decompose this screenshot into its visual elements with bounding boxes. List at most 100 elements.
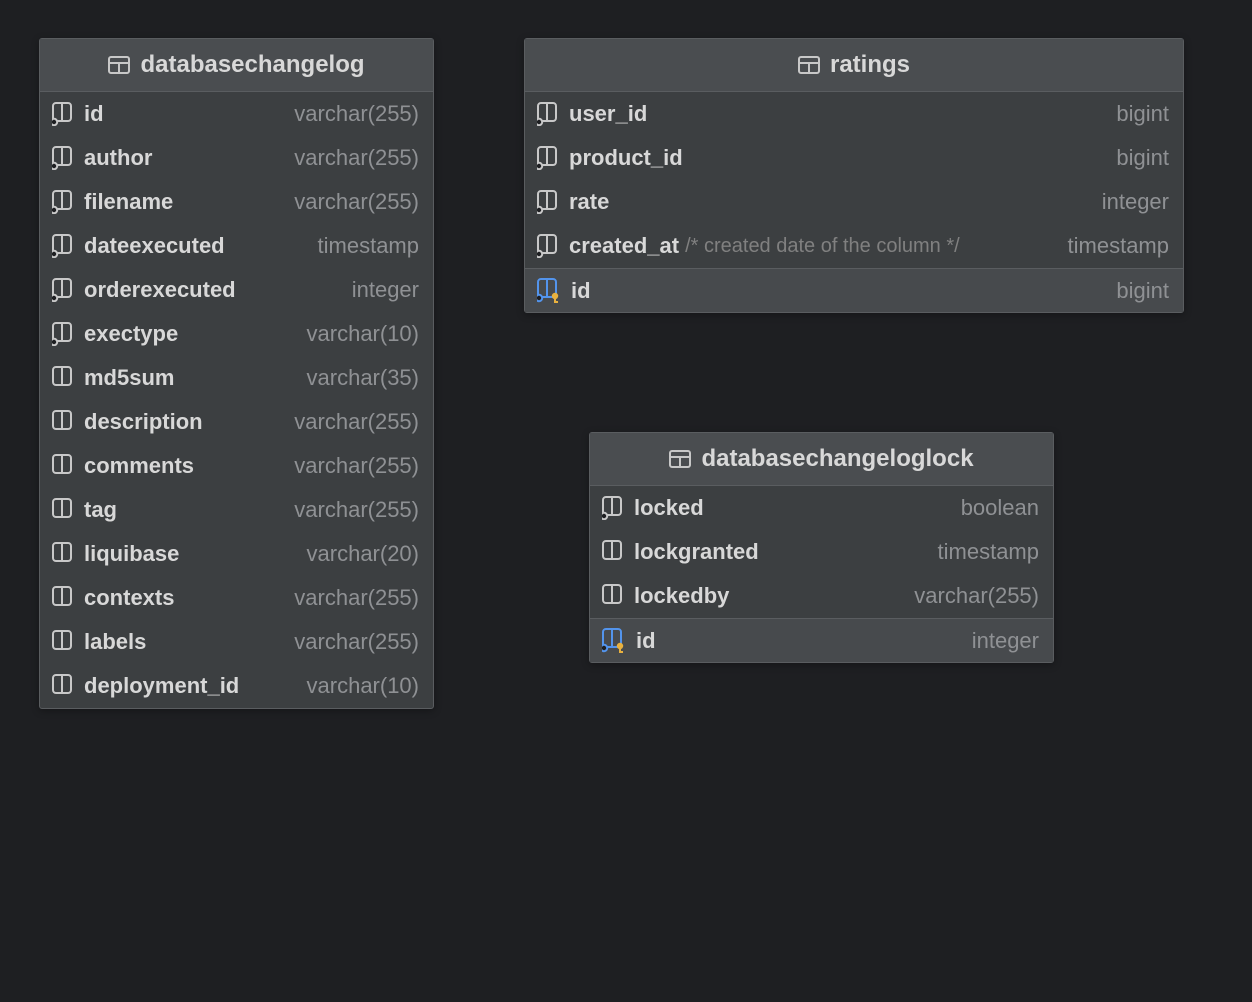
table-icon (108, 56, 130, 74)
column-type: varchar(255) (294, 145, 419, 171)
pk-column-row[interactable]: id bigint (525, 268, 1183, 312)
column-row[interactable]: lockedby varchar(255) (590, 574, 1053, 618)
column-name: id (84, 101, 104, 127)
primary-key-icon (537, 278, 561, 304)
table-header[interactable]: ratings (525, 39, 1183, 92)
table-icon (669, 450, 691, 468)
column-name: lockgranted (634, 539, 759, 565)
column-name: contexts (84, 585, 174, 611)
column-comment: /* created date of the column */ (685, 235, 960, 258)
column-name: exectype (84, 321, 178, 347)
column-type: integer (972, 628, 1039, 654)
notnull-column-icon (52, 190, 74, 214)
column-type: timestamp (938, 539, 1039, 565)
column-type: varchar(255) (294, 585, 419, 611)
table-databasechangelog[interactable]: databasechangelog id varchar(255) author… (39, 38, 434, 709)
column-type: bigint (1116, 145, 1169, 171)
column-row[interactable]: comments varchar(255) (40, 444, 433, 488)
column-row[interactable]: user_id bigint (525, 92, 1183, 136)
notnull-column-icon (602, 496, 624, 520)
column-row[interactable]: product_id bigint (525, 136, 1183, 180)
column-icon (52, 674, 74, 698)
pk-column-row[interactable]: id integer (590, 618, 1053, 662)
notnull-column-icon (537, 102, 559, 126)
column-name: description (84, 409, 203, 435)
column-icon (52, 366, 74, 390)
notnull-column-icon (537, 146, 559, 170)
column-type: timestamp (1068, 233, 1169, 259)
column-type: timestamp (318, 233, 419, 259)
column-type: varchar(255) (294, 409, 419, 435)
column-name: filename (84, 189, 173, 215)
column-icon (602, 584, 624, 608)
notnull-column-icon (537, 190, 559, 214)
column-name: comments (84, 453, 194, 479)
table-ratings[interactable]: ratings user_id bigint product_id bigint… (524, 38, 1184, 313)
column-icon (52, 586, 74, 610)
column-name: orderexecuted (84, 277, 236, 303)
column-row[interactable]: contexts varchar(255) (40, 576, 433, 620)
column-icon (52, 454, 74, 478)
notnull-column-icon (52, 322, 74, 346)
column-type: varchar(35) (307, 365, 419, 391)
table-title: databasechangeloglock (701, 445, 973, 473)
column-type: bigint (1116, 278, 1169, 304)
column-name: labels (84, 629, 146, 655)
column-name: tag (84, 497, 117, 523)
column-name: product_id (569, 145, 683, 171)
notnull-column-icon (537, 234, 559, 258)
column-name: id (571, 278, 591, 304)
column-row[interactable]: exectype varchar(10) (40, 312, 433, 356)
column-type: varchar(255) (294, 453, 419, 479)
column-row[interactable]: created_at /* created date of the column… (525, 224, 1183, 268)
table-icon (798, 56, 820, 74)
column-icon (52, 498, 74, 522)
column-type: bigint (1116, 101, 1169, 127)
column-name: locked (634, 495, 704, 521)
table-databasechangeloglock[interactable]: databasechangeloglock locked boolean loc… (589, 432, 1054, 663)
column-row[interactable]: description varchar(255) (40, 400, 433, 444)
notnull-column-icon (52, 146, 74, 170)
table-header[interactable]: databasechangelog (40, 39, 433, 92)
column-type: boolean (961, 495, 1039, 521)
column-type: varchar(255) (294, 497, 419, 523)
column-row[interactable]: tag varchar(255) (40, 488, 433, 532)
column-row[interactable]: rate integer (525, 180, 1183, 224)
column-type: varchar(10) (307, 321, 419, 347)
column-name: id (636, 628, 656, 654)
column-row[interactable]: author varchar(255) (40, 136, 433, 180)
column-type: varchar(10) (307, 673, 419, 699)
notnull-column-icon (52, 102, 74, 126)
column-name: author (84, 145, 152, 171)
column-row[interactable]: orderexecuted integer (40, 268, 433, 312)
column-name: dateexecuted (84, 233, 225, 259)
column-row[interactable]: liquibase varchar(20) (40, 532, 433, 576)
column-row[interactable]: lockgranted timestamp (590, 530, 1053, 574)
column-type: varchar(255) (294, 629, 419, 655)
column-type: varchar(255) (294, 101, 419, 127)
column-row[interactable]: dateexecuted timestamp (40, 224, 433, 268)
notnull-column-icon (52, 234, 74, 258)
column-name: lockedby (634, 583, 729, 609)
column-row[interactable]: filename varchar(255) (40, 180, 433, 224)
column-row[interactable]: deployment_id varchar(10) (40, 664, 433, 708)
table-header[interactable]: databasechangeloglock (590, 433, 1053, 486)
column-icon (52, 410, 74, 434)
column-name: liquibase (84, 541, 179, 567)
column-name: deployment_id (84, 673, 239, 699)
column-icon (52, 542, 74, 566)
column-row[interactable]: labels varchar(255) (40, 620, 433, 664)
column-row[interactable]: id varchar(255) (40, 92, 433, 136)
column-type: varchar(20) (307, 541, 419, 567)
column-name: rate (569, 189, 609, 215)
table-title: ratings (830, 51, 910, 79)
column-name: md5sum (84, 365, 174, 391)
column-type: integer (1102, 189, 1169, 215)
column-name: created_at (569, 233, 679, 259)
column-row[interactable]: locked boolean (590, 486, 1053, 530)
primary-key-icon (602, 628, 626, 654)
column-type: integer (352, 277, 419, 303)
column-row[interactable]: md5sum varchar(35) (40, 356, 433, 400)
column-name: user_id (569, 101, 647, 127)
table-title: databasechangelog (140, 51, 364, 79)
